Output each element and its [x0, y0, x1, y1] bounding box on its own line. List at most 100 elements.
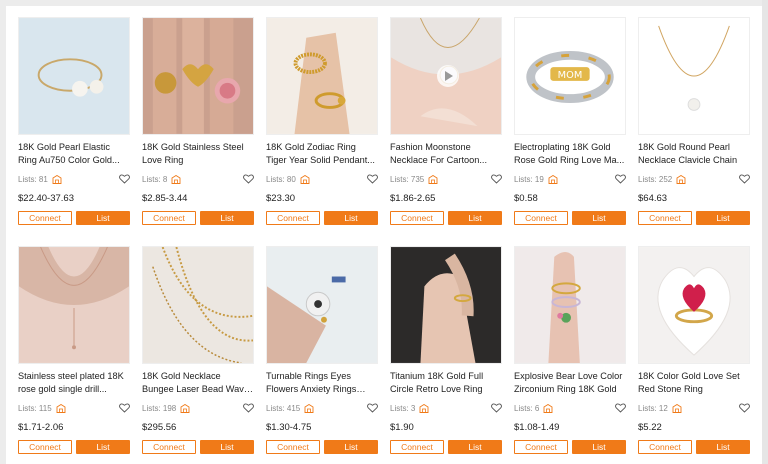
connect-button[interactable]: Connect [638, 440, 692, 454]
list-button[interactable]: List [696, 440, 750, 454]
connect-button[interactable]: Connect [514, 440, 568, 454]
svg-text:MOM: MOM [558, 70, 583, 81]
list-button[interactable]: List [200, 440, 254, 454]
lists-count: Lists: 12 [638, 403, 668, 413]
product-price: $1.30-4.75 [266, 422, 312, 433]
product-price: $0.58 [514, 193, 538, 204]
product-grid: 18K Gold Pearl Elastic Ring Au750 Color … [18, 17, 750, 463]
store-icon[interactable] [672, 403, 682, 413]
product-title[interactable]: 18K Gold Zodiac Ring Tiger Year Solid Pe… [266, 141, 378, 167]
product-title[interactable]: 18K Gold Stainless Steel Love Ring [142, 141, 254, 167]
product-image[interactable] [514, 246, 626, 364]
product-card[interactable]: 18K Gold Pearl Elastic Ring Au750 Color … [18, 17, 130, 234]
product-card[interactable]: 18K Gold Round Pearl Necklace Clavicle C… [638, 17, 750, 234]
favorite-heart-icon[interactable] [615, 403, 626, 413]
lists-count: Lists: 735 [390, 174, 425, 184]
product-image[interactable] [266, 17, 378, 135]
product-image[interactable] [390, 17, 502, 135]
product-title[interactable]: 18K Color Gold Love Set Red Stone Ring [638, 370, 750, 396]
product-card[interactable]: 18K Gold Necklace Bungee Laser Bead Wave… [142, 246, 254, 463]
list-button[interactable]: List [696, 211, 750, 225]
product-image[interactable] [142, 17, 254, 135]
scrollbar[interactable] [762, 0, 768, 464]
product-title[interactable]: 18K Gold Necklace Bungee Laser Bead Wave… [142, 370, 254, 396]
store-icon[interactable] [171, 174, 181, 184]
list-button[interactable]: List [324, 211, 378, 225]
store-icon[interactable] [304, 403, 314, 413]
product-price: $2.85-3.44 [142, 193, 188, 204]
connect-button[interactable]: Connect [266, 440, 320, 454]
product-image[interactable] [390, 246, 502, 364]
product-title[interactable]: Titanium 18K Gold Full Circle Retro Love… [390, 370, 502, 396]
product-title[interactable]: Electroplating 18K Gold Rose Gold Ring L… [514, 141, 626, 167]
product-image[interactable]: MOM [514, 17, 626, 135]
favorite-heart-icon[interactable] [367, 403, 378, 413]
favorite-heart-icon[interactable] [739, 403, 750, 413]
product-price: $1.08-1.49 [514, 422, 560, 433]
store-icon[interactable] [548, 174, 558, 184]
product-price: $1.86-2.65 [390, 193, 436, 204]
list-button[interactable]: List [448, 440, 502, 454]
product-price: $5.22 [638, 422, 662, 433]
connect-button[interactable]: Connect [266, 211, 320, 225]
connect-button[interactable]: Connect [142, 211, 196, 225]
favorite-heart-icon[interactable] [119, 403, 130, 413]
product-image[interactable] [266, 246, 378, 364]
product-image[interactable] [638, 17, 750, 135]
favorite-heart-icon[interactable] [367, 174, 378, 184]
product-card[interactable]: Titanium 18K Gold Full Circle Retro Love… [390, 246, 502, 463]
lists-count: Lists: 415 [266, 403, 301, 413]
store-icon[interactable] [52, 174, 62, 184]
product-title[interactable]: Explosive Bear Love Color Zirconium Ring… [514, 370, 626, 396]
product-card[interactable]: 18K Gold Stainless Steel Love Ring Lists… [142, 17, 254, 234]
store-icon[interactable] [419, 403, 429, 413]
connect-button[interactable]: Connect [390, 211, 444, 225]
list-button[interactable]: List [448, 211, 502, 225]
play-icon[interactable] [437, 65, 459, 87]
store-icon[interactable] [543, 403, 553, 413]
store-icon[interactable] [56, 403, 66, 413]
store-icon[interactable] [428, 174, 438, 184]
store-icon[interactable] [676, 174, 686, 184]
list-button[interactable]: List [572, 211, 626, 225]
product-card[interactable]: Fashion Moonstone Necklace For Cartoon..… [390, 17, 502, 234]
list-button[interactable]: List [200, 211, 254, 225]
product-card[interactable]: 18K Gold Zodiac Ring Tiger Year Solid Pe… [266, 17, 378, 234]
store-icon[interactable] [300, 174, 310, 184]
product-image[interactable] [638, 246, 750, 364]
lists-count: Lists: 115 [18, 403, 52, 413]
lists-count: Lists: 8 [142, 174, 168, 184]
list-button[interactable]: List [76, 211, 130, 225]
product-title[interactable]: Turnable Rings Eyes Flowers Anxiety Ring… [266, 370, 378, 396]
connect-button[interactable]: Connect [514, 211, 568, 225]
product-image[interactable] [142, 246, 254, 364]
product-card[interactable]: 18K Color Gold Love Set Red Stone Ring L… [638, 246, 750, 463]
favorite-heart-icon[interactable] [491, 403, 502, 413]
favorite-heart-icon[interactable] [243, 174, 254, 184]
product-title[interactable]: 18K Gold Round Pearl Necklace Clavicle C… [638, 141, 750, 167]
product-title[interactable]: Fashion Moonstone Necklace For Cartoon..… [390, 141, 502, 167]
product-card[interactable]: Stainless steel plated 18K rose gold sin… [18, 246, 130, 463]
product-image[interactable] [18, 246, 130, 364]
product-card[interactable]: Explosive Bear Love Color Zirconium Ring… [514, 246, 626, 463]
connect-button[interactable]: Connect [142, 440, 196, 454]
list-button[interactable]: List [76, 440, 130, 454]
product-title[interactable]: 18K Gold Pearl Elastic Ring Au750 Color … [18, 141, 130, 167]
product-image[interactable] [18, 17, 130, 135]
favorite-heart-icon[interactable] [739, 174, 750, 184]
list-button[interactable]: List [324, 440, 378, 454]
favorite-heart-icon[interactable] [243, 403, 254, 413]
product-card[interactable]: MOM Electroplating 18K Gold Rose Gold Ri… [514, 17, 626, 234]
favorite-heart-icon[interactable] [119, 174, 130, 184]
connect-button[interactable]: Connect [390, 440, 444, 454]
product-card[interactable]: Turnable Rings Eyes Flowers Anxiety Ring… [266, 246, 378, 463]
connect-button[interactable]: Connect [18, 211, 72, 225]
list-button[interactable]: List [572, 440, 626, 454]
store-icon[interactable] [180, 403, 190, 413]
product-title[interactable]: Stainless steel plated 18K rose gold sin… [18, 370, 130, 396]
connect-button[interactable]: Connect [638, 211, 692, 225]
favorite-heart-icon[interactable] [615, 174, 626, 184]
lists-count: Lists: 252 [638, 174, 673, 184]
connect-button[interactable]: Connect [18, 440, 72, 454]
favorite-heart-icon[interactable] [491, 174, 502, 184]
